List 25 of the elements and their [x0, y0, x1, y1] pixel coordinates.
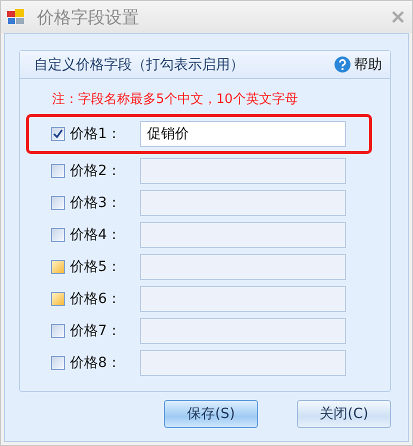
field-label: 价格1：	[70, 125, 122, 143]
input-field[interactable]	[140, 190, 346, 216]
input-field[interactable]	[140, 158, 346, 184]
input-field[interactable]: 促销价	[140, 121, 346, 147]
close-icon[interactable]	[392, 11, 404, 23]
field-label: 价格3：	[70, 194, 122, 212]
field-label: 价格4：	[70, 226, 122, 244]
group-title: 自定义价格字段（打勾表示启用）	[34, 56, 244, 74]
dialog-button[interactable]: 关闭(C)	[297, 400, 391, 428]
help-icon	[334, 56, 351, 73]
app-icon	[7, 9, 25, 25]
field-label: 价格6：	[70, 290, 122, 308]
input-field[interactable]	[140, 222, 346, 248]
input-field[interactable]	[140, 350, 346, 376]
field-label: 价格7：	[70, 322, 122, 340]
note-text: 注：字段名称最多5个中文，10个英文字母	[51, 91, 299, 109]
dialog-button[interactable]: 保存(S)	[164, 400, 258, 428]
input-field[interactable]	[140, 318, 346, 344]
input-field[interactable]	[140, 286, 346, 312]
help-link[interactable]: 帮助	[334, 56, 382, 74]
field-label: 价格2：	[70, 162, 122, 180]
input-field[interactable]	[140, 254, 346, 280]
window-title: 价格字段设置	[37, 6, 140, 28]
field-label: 价格5：	[70, 258, 122, 276]
field-label: 价格8：	[70, 354, 122, 372]
